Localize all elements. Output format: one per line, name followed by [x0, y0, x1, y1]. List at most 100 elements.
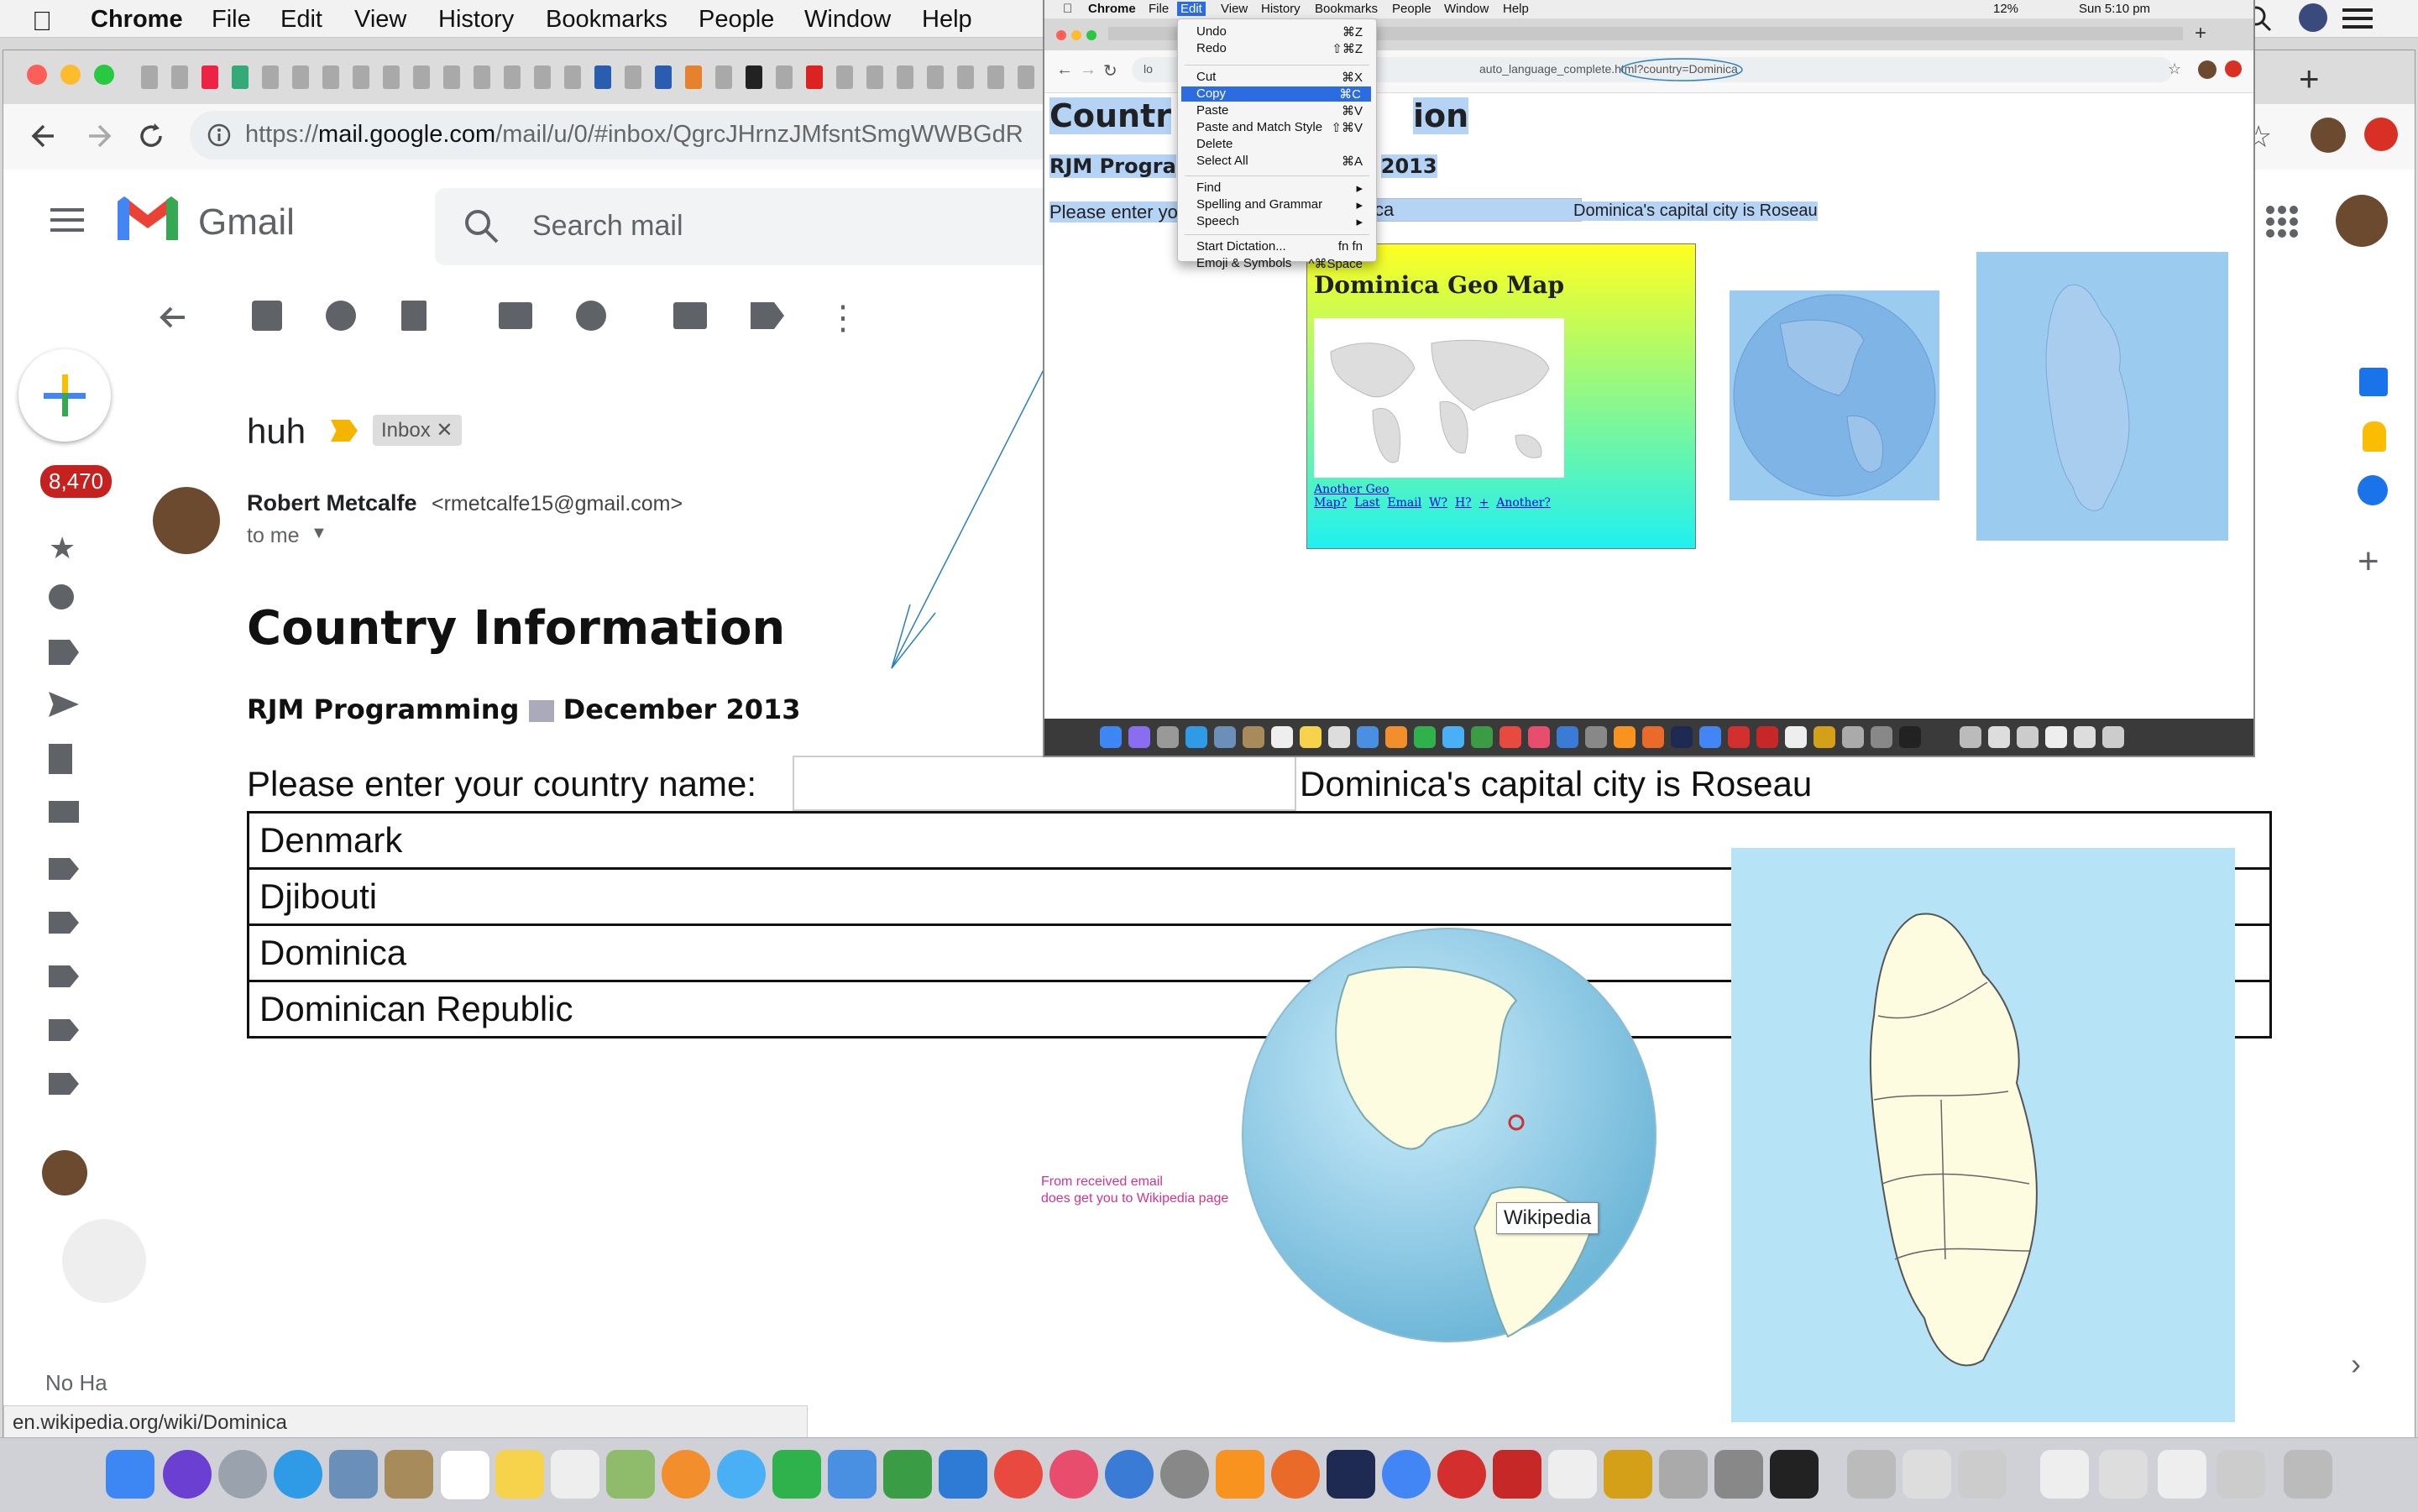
menu-bookmarks[interactable]: Bookmarks	[546, 6, 667, 34]
quill-icon[interactable]	[1659, 1450, 1708, 1499]
photos-icon[interactable]	[662, 1450, 710, 1499]
drafts-icon[interactable]	[49, 744, 72, 774]
window2-icon[interactable]	[2216, 1450, 2265, 1499]
link-plus[interactable]: +	[1479, 496, 1489, 510]
sender-name[interactable]: Robert Metcalfe	[247, 490, 417, 516]
document-icon[interactable]	[1902, 1450, 1951, 1499]
new-tab-button[interactable]: +	[2299, 59, 2320, 99]
system-preferences-icon[interactable]	[1160, 1450, 1209, 1499]
safari-icon[interactable]	[274, 1450, 322, 1499]
menu-help[interactable]: Help	[922, 6, 972, 34]
sender-avatar[interactable]	[153, 487, 220, 554]
sec-profile-avatar[interactable]	[2198, 60, 2216, 79]
reminders-icon[interactable]	[551, 1450, 599, 1499]
menu-item-paste-match-style[interactable]: Paste and Match Style ⇧⌘V	[1196, 120, 1373, 135]
label-3-icon[interactable]	[49, 965, 79, 987]
sec-app-menu[interactable]: Chrome	[1088, 2, 1136, 16]
starred-icon[interactable]: ★	[49, 531, 79, 565]
back-to-inbox-icon[interactable]	[158, 302, 188, 332]
filezilla-icon[interactable]	[1493, 1450, 1541, 1499]
report-spam-icon[interactable]	[326, 301, 356, 331]
important-icon[interactable]	[49, 640, 79, 665]
link-map[interactable]: Map?	[1314, 496, 1347, 510]
sec-menu-edit[interactable]: Edit	[1177, 2, 1206, 16]
search-input[interactable]: Search mail	[532, 210, 683, 243]
dominica-detail-map-image[interactable]	[1731, 848, 2235, 1422]
menu-item-cut[interactable]: Cut ⌘X	[1196, 70, 1373, 85]
sec-menu-people[interactable]: People	[1392, 2, 1431, 16]
numbers-icon[interactable]	[883, 1450, 932, 1499]
calendar-icon[interactable]	[2359, 368, 2388, 396]
label-icon[interactable]	[751, 302, 784, 329]
menu-item-speech[interactable]: Speech ▸	[1196, 214, 1373, 229]
link-w[interactable]: W?	[1429, 496, 1447, 510]
sent-icon[interactable]	[49, 692, 79, 717]
menu-item-emoji-symbols[interactable]: Emoji & Symbols ^⌘Space	[1196, 256, 1373, 271]
sec-apple-icon[interactable]: 	[1063, 2, 1072, 16]
close-window-button[interactable]	[27, 65, 47, 85]
account-avatar[interactable]	[2336, 195, 2388, 247]
menu-item-paste[interactable]: Paste ⌘V	[1196, 103, 1373, 118]
main-menu-icon[interactable]	[50, 207, 84, 233]
terminal-icon[interactable]	[1770, 1450, 1819, 1499]
trash-icon[interactable]	[2284, 1450, 2332, 1499]
facetime-icon[interactable]	[772, 1450, 821, 1499]
html-file-icon[interactable]	[2040, 1450, 2089, 1499]
preview-icon[interactable]	[828, 1450, 877, 1499]
sec-new-tab-button[interactable]: +	[2195, 22, 2206, 45]
link-last[interactable]: Last	[1354, 496, 1379, 510]
apple-menu-icon[interactable]: 	[32, 6, 52, 37]
maps-icon[interactable]	[606, 1450, 655, 1499]
snoozed-icon[interactable]	[49, 584, 74, 610]
all-mail-icon[interactable]	[49, 801, 79, 823]
gmail-logo-icon[interactable]	[114, 193, 181, 243]
control-center-icon[interactable]	[2342, 7, 2373, 30]
sec-extension-icon[interactable]	[2225, 60, 2242, 77]
search-icon[interactable]	[463, 208, 500, 245]
launchpad-icon[interactable]	[218, 1450, 267, 1499]
zoom-window-button[interactable]	[94, 65, 114, 85]
menu-item-start-dictation[interactable]: Start Dictation... fn fn	[1196, 239, 1373, 254]
minimize-window-button[interactable]	[60, 65, 81, 85]
menu-item-redo[interactable]: Redo ⇧⌘Z	[1196, 41, 1373, 56]
apps-grid-icon[interactable]	[2265, 205, 2299, 238]
label-2-icon[interactable]	[49, 912, 79, 934]
label-4-icon[interactable]	[49, 1019, 79, 1041]
sec-back-icon[interactable]: ←	[1056, 60, 1073, 80]
app-store-icon[interactable]	[1105, 1450, 1154, 1499]
notes-icon[interactable]	[495, 1450, 544, 1499]
label-1-icon[interactable]	[49, 858, 79, 880]
keynote-icon[interactable]	[939, 1450, 987, 1499]
menu-file[interactable]: File	[212, 6, 251, 34]
tab-favicons[interactable]	[138, 50, 1044, 104]
contacts-icon[interactable]	[385, 1450, 433, 1499]
mail-app-icon[interactable]	[329, 1450, 378, 1499]
menu-edit[interactable]: Edit	[280, 6, 322, 34]
news-icon[interactable]	[994, 1450, 1043, 1499]
country-input[interactable]	[793, 756, 1296, 811]
menu-item-copy[interactable]: Copy ⌘C	[1181, 86, 1371, 102]
gimp-icon[interactable]	[1714, 1450, 1763, 1499]
sec-dominica-map-image[interactable]	[1976, 252, 2228, 541]
sec-reload-icon[interactable]: ↻	[1103, 60, 1117, 81]
app-menu-chrome[interactable]: Chrome	[91, 6, 183, 34]
link-email[interactable]: Email	[1387, 496, 1421, 510]
menu-item-delete[interactable]: Delete	[1196, 137, 1373, 152]
menu-item-select-all[interactable]: Select All ⌘A	[1196, 154, 1373, 169]
keep-icon[interactable]	[2363, 421, 2386, 452]
menu-people[interactable]: People	[699, 6, 774, 34]
link-another-geo[interactable]: Another Geo	[1314, 483, 1390, 496]
importance-marker-icon[interactable]	[331, 420, 358, 442]
opera-icon[interactable]	[1437, 1450, 1486, 1499]
sec-menu-history[interactable]: History	[1261, 2, 1301, 16]
snooze-icon[interactable]	[576, 301, 606, 331]
back-arrow-icon[interactable]	[29, 121, 59, 151]
inbox-label-chip[interactable]: Inbox ✕	[373, 415, 462, 446]
sec-minimize-window-button[interactable]	[1071, 30, 1081, 40]
sec-world-map-image[interactable]	[1314, 318, 1564, 478]
sec-close-window-button[interactable]	[1056, 30, 1066, 40]
remove-label-icon[interactable]: ✕	[436, 419, 453, 442]
tasks-icon[interactable]	[2358, 475, 2388, 505]
archive-icon[interactable]	[252, 301, 282, 331]
sec-menu-window[interactable]: Window	[1444, 2, 1489, 16]
